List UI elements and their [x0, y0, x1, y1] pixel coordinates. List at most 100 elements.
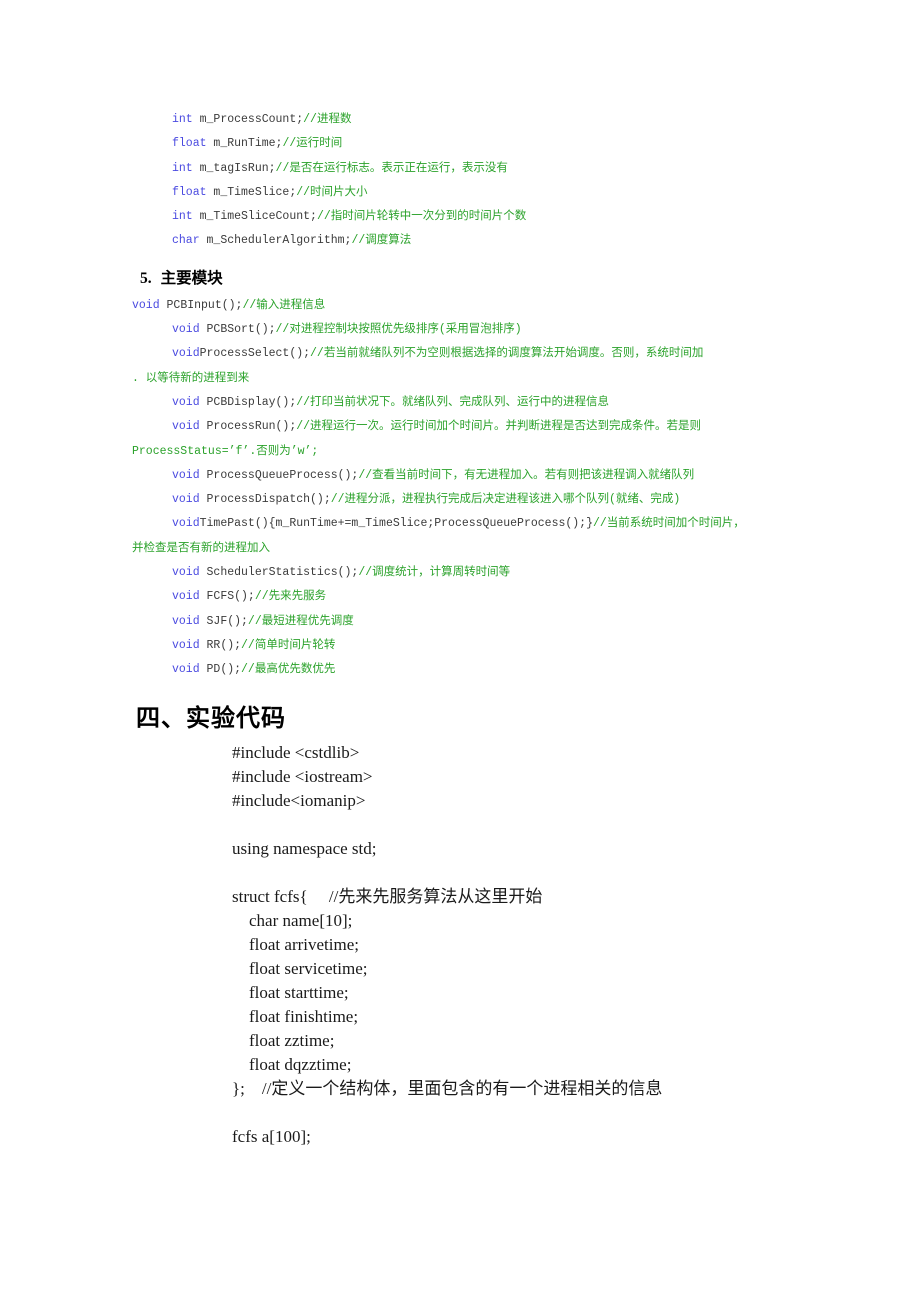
code-line: #include <iostream>: [232, 766, 373, 786]
code-line: char name[10];: [232, 910, 353, 930]
modules-code-block: void PCBInput();//输入进程信息 void PCBSort();/…: [132, 294, 832, 683]
code-comment: //调度统计，计算周转时间等: [358, 566, 511, 580]
code-identifier: m_TimeSlice;: [206, 185, 297, 199]
code-comment: //进程运行一次。运行时间加个时间片。并判断进程是否达到完成条件。若是则: [296, 420, 702, 434]
code-line: void FCFS();//先来先服务: [132, 585, 832, 609]
code-line: #include<iomanip>: [232, 790, 366, 810]
code-comment: //时间片大小: [296, 185, 368, 199]
code-line: 并检查是否有新的进程加入: [132, 537, 832, 561]
code-keyword: void: [172, 663, 200, 677]
code-line: . 以等待新的进程到来: [132, 367, 832, 391]
code-identifier: PCBDisplay();: [199, 395, 297, 409]
code-line: void SchedulerStatistics();//调度统计，计算周转时间…: [132, 561, 832, 585]
code-line: void ProcessDispatch();//进程分派，进程执行完成后决定进…: [132, 488, 832, 512]
code-comment: 并检查是否有新的进程加入: [132, 541, 270, 555]
code-identifier: PD();: [199, 663, 242, 677]
code-identifier: ProcessDispatch();: [199, 493, 331, 507]
code-line: void PCBDisplay();//打印当前状况下。就绪队列、完成队列、运行…: [132, 391, 832, 415]
code-comment: //调度算法: [351, 234, 412, 248]
heading-main-modules: 5. 主要模块: [132, 266, 832, 292]
code-keyword: void: [172, 638, 200, 652]
code-line: float starttime;: [232, 982, 349, 1002]
code-line: void PD();//最高优先数优先: [132, 658, 832, 682]
code-line: float finishtime;: [232, 1006, 359, 1026]
code-keyword: float: [172, 185, 207, 199]
code-line: void SJF();//最短进程优先调度: [132, 610, 832, 634]
heading-experiment-code: 四、实验代码: [136, 705, 286, 732]
code-line: float arrivetime;: [232, 934, 359, 954]
code-identifier: SchedulerStatistics();: [199, 566, 359, 580]
code-line: using namespace std;: [232, 838, 377, 858]
code-identifier: m_TimeSliceCount;: [192, 210, 317, 224]
code-line: void RR();//简单时间片轮转: [132, 634, 832, 658]
code-line: struct fcfs{ //先来先服务算法从这里开始: [232, 886, 543, 906]
code-line: float zztime;: [232, 1030, 335, 1050]
code-line: int m_tagIsRun;//是否在运行标志。表示正在运行，表示没有: [132, 157, 832, 181]
code-line: #include <cstdlib>: [232, 742, 360, 762]
document-page: int m_ProcessCount;//进程数 float m_RunTime;…: [0, 0, 920, 1302]
code-line: int m_ProcessCount;//进程数: [132, 108, 832, 132]
code-line: void PCBInput();//输入进程信息: [132, 294, 832, 318]
code-identifier: PCBSort();: [199, 323, 276, 337]
code-comment: //最高优先数优先: [241, 663, 336, 677]
code-identifier: ProcessSelect();: [199, 347, 311, 361]
code-line: ProcessStatus=’f’.否则为’w’;: [132, 440, 832, 464]
code-comment: //运行时间: [282, 137, 343, 151]
code-keyword: void: [172, 395, 200, 409]
code-identifier: m_RunTime;: [206, 137, 283, 151]
code-comment: ProcessStatus=’f’.否则为’w’;: [132, 444, 319, 458]
struct-members-block: int m_ProcessCount;//进程数 float m_RunTime;…: [132, 108, 832, 254]
code-line: float m_RunTime;//运行时间: [132, 132, 832, 156]
code-comment: //简单时间片轮转: [241, 638, 336, 652]
heading-number: 5.: [140, 269, 152, 287]
code-comment: //对进程控制块按照优先级排序(采用冒泡排序): [275, 323, 522, 337]
code-comment: //最短进程优先调度: [247, 614, 354, 628]
code-comment: . 以等待新的进程到来: [132, 371, 250, 385]
code-keyword: int: [172, 210, 193, 224]
code-line: float dqzztime;: [232, 1054, 352, 1074]
code-comment: //输入进程信息: [242, 298, 326, 312]
code-keyword: void: [172, 323, 200, 337]
code-line: voidProcessSelect();//若当前就绪队列不为空则根据选择的调度…: [132, 342, 832, 366]
code-keyword: void: [172, 347, 200, 361]
source-code-listing: #include <cstdlib> #include <iostream> #in…: [132, 741, 832, 1149]
code-keyword: char: [172, 234, 200, 248]
code-line: voidTimePast(){m_RunTime+=m_TimeSlice;Pr…: [132, 512, 832, 536]
code-line: float servicetime;: [232, 958, 368, 978]
code-identifier: PCBInput();: [159, 298, 243, 312]
code-identifier: m_ProcessCount;: [192, 113, 304, 126]
code-line: fcfs a[100];: [232, 1126, 311, 1146]
code-comment: //指时间片轮转中一次分到的时间片个数: [316, 210, 527, 224]
code-identifier: TimePast(){m_RunTime+=m_TimeSlice;Proces…: [199, 517, 593, 531]
code-keyword: void: [172, 493, 200, 507]
code-keyword: int: [172, 161, 193, 175]
code-comment: //是否在运行标志。表示正在运行，表示没有: [275, 161, 508, 175]
code-comment: //进程数: [303, 113, 352, 126]
code-line: void ProcessQueueProcess();//查看当前时间下，有无进…: [132, 464, 832, 488]
code-keyword: void: [172, 566, 200, 580]
code-line: char m_SchedulerAlgorithm;//调度算法: [132, 229, 832, 253]
code-comment: //先来先服务: [254, 590, 327, 604]
code-line: }; //定义一个结构体，里面包含的有一个进程相关的信息: [232, 1078, 663, 1098]
code-comment: //查看当前时间下，有无进程加入。若有则把该进程调入就绪队列: [358, 468, 695, 482]
code-keyword: void: [172, 420, 200, 434]
heading-text: 主要模块: [160, 269, 223, 287]
code-line: void ProcessRun();//进程运行一次。运行时间加个时间片。并判断…: [132, 415, 832, 439]
code-comment: //若当前就绪队列不为空则根据选择的调度算法开始调度。否则，系统时间加: [310, 347, 704, 361]
code-comment: //当前系统时间加个时间片，: [592, 517, 745, 531]
code-line: int m_TimeSliceCount;//指时间片轮转中一次分到的时间片个数: [132, 205, 832, 229]
code-comment: //进程分派，进程执行完成后决定进程该进入哪个队列(就绪、完成): [330, 493, 681, 507]
code-identifier: SJF();: [199, 614, 248, 628]
code-identifier: ProcessRun();: [199, 420, 297, 434]
code-identifier: RR();: [199, 638, 242, 652]
code-identifier: FCFS();: [199, 590, 255, 604]
code-keyword: void: [172, 590, 200, 604]
code-keyword: void: [172, 614, 200, 628]
code-comment: //打印当前状况下。就绪队列、完成队列、运行中的进程信息: [296, 395, 610, 409]
code-line: float m_TimeSlice;//时间片大小: [132, 181, 832, 205]
code-identifier: ProcessQueueProcess();: [199, 468, 359, 482]
code-line: void PCBSort();//对进程控制块按照优先级排序(采用冒泡排序): [132, 318, 832, 342]
